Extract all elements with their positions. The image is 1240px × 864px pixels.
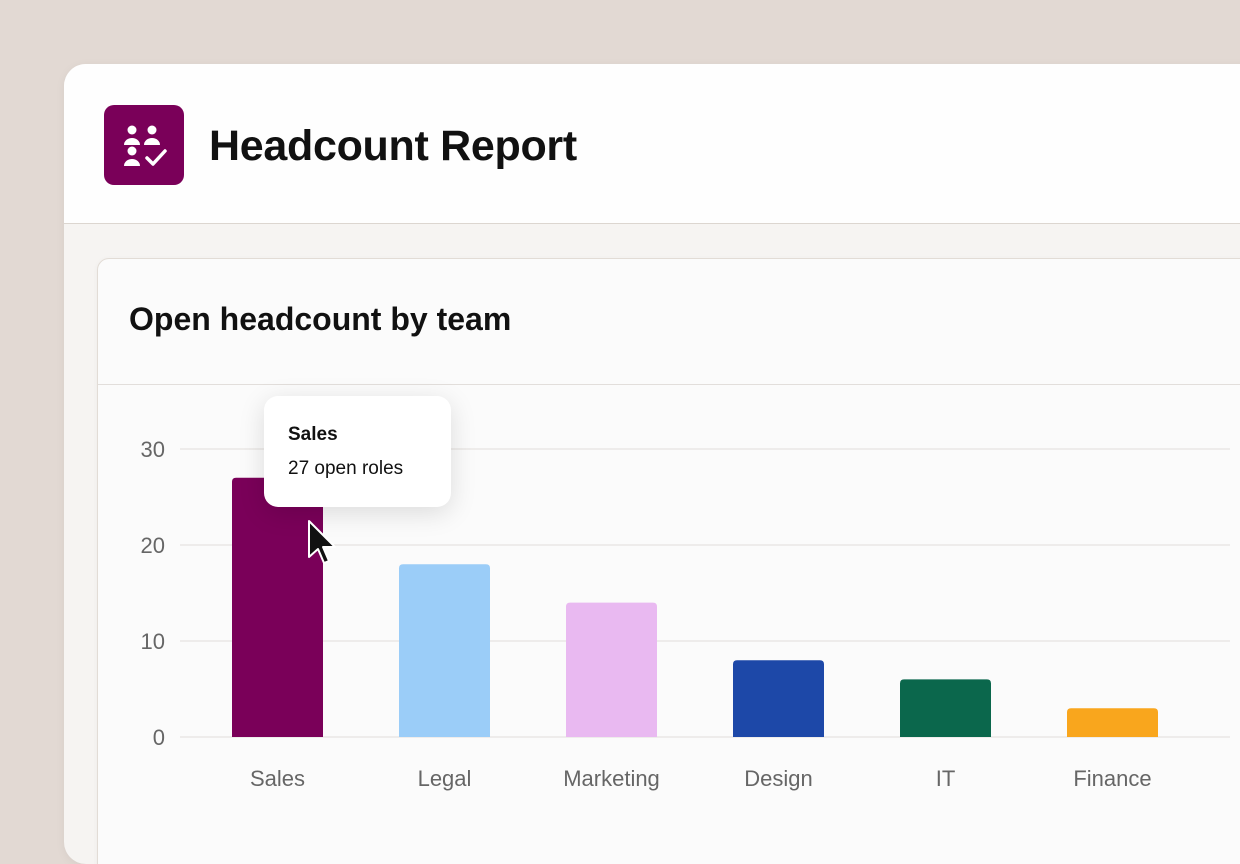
tooltip-title: Sales: [288, 424, 338, 445]
tooltip-value: 27 open roles: [288, 458, 404, 479]
bar-design[interactable]: [733, 660, 824, 737]
x-tick-label: Legal: [418, 766, 472, 791]
y-tick-label: 10: [141, 629, 165, 654]
headcount-bar-chart: 0 10 20 30 Sales Legal Marketing Design IT Financ…: [141, 437, 1230, 791]
bar-finance[interactable]: [1067, 708, 1158, 737]
x-tick-label: Design: [744, 766, 812, 791]
x-tick-label: IT: [936, 766, 956, 791]
x-tick-label: Marketing: [563, 766, 660, 791]
chart-tooltip: Sales 27 open roles: [264, 396, 451, 507]
x-tick-label: Finance: [1073, 766, 1151, 791]
y-tick-label: 30: [141, 437, 165, 462]
y-tick-label: 0: [153, 725, 165, 750]
x-tick-label: Sales: [250, 766, 305, 791]
y-tick-label: 20: [141, 533, 165, 558]
bar-sales[interactable]: [232, 477, 323, 737]
bar-legal[interactable]: [399, 564, 490, 737]
bar-marketing[interactable]: [566, 602, 657, 737]
mouse-pointer-icon: [308, 520, 336, 564]
bar-it[interactable]: [900, 679, 991, 737]
